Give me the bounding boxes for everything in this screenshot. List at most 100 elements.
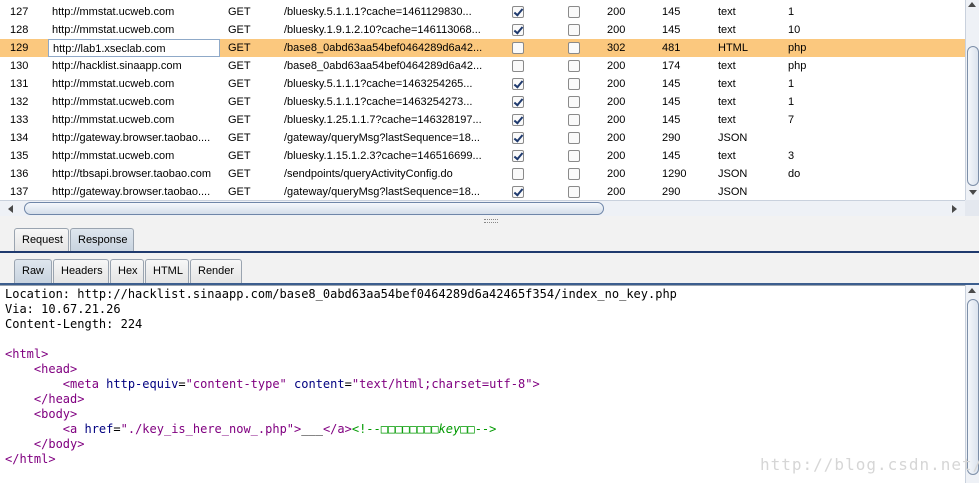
- params-checkbox[interactable]: [512, 96, 524, 108]
- meta-tag: <meta: [62, 377, 99, 391]
- params-checkbox[interactable]: [512, 132, 524, 144]
- table-row[interactable]: 134 http://gateway.browser.taobao.... GET /…: [0, 129, 965, 147]
- table-row[interactable]: 129 http://lab1.xseclab.com GET/base8_0abd…: [0, 39, 965, 57]
- row-extension: 1: [788, 96, 795, 108]
- table-row[interactable]: 136 http://tbsapi.browser.taobao.com GET/s…: [0, 165, 965, 183]
- params-checkbox[interactable]: [512, 186, 524, 198]
- row-url: /bluesky.1.15.1.2.3?cache=146516699...: [284, 150, 482, 162]
- tab-html[interactable]: HTML: [145, 259, 189, 284]
- row-extension: do: [788, 168, 801, 180]
- row-status: 200: [607, 114, 626, 126]
- tab-render[interactable]: Render: [190, 259, 242, 284]
- params-cell: [512, 57, 524, 75]
- edited-checkbox[interactable]: [568, 96, 580, 108]
- edited-checkbox[interactable]: [568, 42, 580, 54]
- edited-checkbox[interactable]: [568, 168, 580, 180]
- params-checkbox[interactable]: [512, 168, 524, 180]
- tab-headers[interactable]: Headers: [53, 259, 109, 284]
- code-line-head-open: <head>: [5, 362, 77, 377]
- row-length: 1290: [662, 168, 687, 180]
- params-checkbox[interactable]: [512, 24, 524, 36]
- edited-checkbox[interactable]: [568, 150, 580, 162]
- table-row[interactable]: 132 http://mmstat.ucweb.com GET/bluesky.5.…: [0, 93, 965, 111]
- params-checkbox[interactable]: [512, 6, 524, 18]
- row-method: GET: [228, 96, 251, 108]
- row-method: GET: [228, 78, 251, 90]
- row-host: http://hacklist.sinaapp.com: [52, 60, 182, 72]
- row-host: http://mmstat.ucweb.com: [52, 150, 175, 162]
- history-vertical-scrollbar[interactable]: [965, 0, 979, 200]
- row-mime-type: JSON: [718, 168, 748, 180]
- meta-close: >: [532, 377, 540, 391]
- row-method: GET: [228, 168, 251, 180]
- anchor-href-value: "./key_is_here_now_.php": [120, 422, 295, 436]
- edited-checkbox[interactable]: [568, 60, 580, 72]
- row-mime-type: JSON: [718, 132, 748, 144]
- edited-checkbox[interactable]: [568, 114, 580, 126]
- row-status: 200: [607, 60, 626, 72]
- html-open-tag: <html>: [5, 347, 49, 361]
- scroll-down-arrow-icon[interactable]: [969, 190, 977, 195]
- row-method: GET: [228, 114, 251, 126]
- row-host: http://gateway.browser.taobao....: [52, 186, 211, 198]
- row-extension: php: [788, 60, 807, 72]
- edited-checkbox[interactable]: [568, 78, 580, 90]
- row-url: /bluesky.1.9.1.2.10?cache=146113068...: [284, 24, 481, 36]
- scrollbar-thumb[interactable]: [967, 46, 979, 186]
- row-extension: 7: [788, 114, 795, 126]
- tab-raw[interactable]: Raw: [14, 259, 52, 284]
- scroll-right-arrow-icon[interactable]: [952, 205, 957, 213]
- row-status: 200: [607, 168, 626, 180]
- edited-cell: [568, 39, 580, 57]
- scroll-left-arrow-icon[interactable]: [8, 205, 13, 213]
- edited-checkbox[interactable]: [568, 132, 580, 144]
- anchor-attr-href: href: [84, 422, 114, 436]
- row-mime-type: text: [718, 114, 736, 126]
- row-status: 200: [607, 6, 626, 18]
- scrollbar-thumb[interactable]: [967, 299, 979, 475]
- tab-hex[interactable]: Hex: [110, 259, 144, 284]
- tab-response[interactable]: Response: [70, 228, 134, 253]
- row-number: 127: [10, 6, 29, 18]
- table-row[interactable]: 131 http://mmstat.ucweb.com GET/bluesky.5.…: [0, 75, 965, 93]
- row-mime-type: text: [718, 6, 736, 18]
- row-status: 200: [607, 24, 626, 36]
- row-length: 290: [662, 186, 681, 198]
- row-extension: 10: [788, 24, 801, 36]
- body-open-tag: <body>: [33, 407, 78, 421]
- table-row[interactable]: 128 http://mmstat.ucweb.com GET/bluesky.1.…: [0, 21, 965, 39]
- params-checkbox[interactable]: [512, 150, 524, 162]
- pane-splitter[interactable]: [0, 216, 979, 226]
- params-checkbox[interactable]: [512, 78, 524, 90]
- edited-checkbox[interactable]: [568, 24, 580, 36]
- row-host: http://gateway.browser.taobao....: [52, 132, 211, 144]
- params-checkbox[interactable]: [512, 60, 524, 72]
- code-line-head-close: </head>: [5, 392, 85, 407]
- scroll-up-arrow-icon[interactable]: [968, 288, 976, 293]
- params-cell: [512, 129, 524, 147]
- header-line-via: Via: 10.67.21.26: [5, 302, 121, 316]
- code-line-body-open: <body>: [5, 407, 77, 422]
- table-row[interactable]: 133 http://mmstat.ucweb.com GET/bluesky.1.…: [0, 111, 965, 129]
- response-raw-editor[interactable]: Location: http://hacklist.sinaapp.com/ba…: [0, 285, 965, 483]
- edited-checkbox[interactable]: [568, 186, 580, 198]
- scrollbar-thumb[interactable]: [24, 202, 604, 215]
- meta-attr-http-equiv: http-equiv: [106, 377, 179, 391]
- history-horizontal-scrollbar[interactable]: [0, 200, 965, 216]
- scroll-up-arrow-icon[interactable]: [968, 2, 976, 7]
- row-host: http://tbsapi.browser.taobao.com: [52, 168, 211, 180]
- response-vertical-scrollbar[interactable]: [965, 285, 979, 483]
- splitter-grip-icon[interactable]: [484, 219, 498, 223]
- table-row[interactable]: 137 http://gateway.browser.taobao.... GET /…: [0, 183, 965, 201]
- row-extension: [788, 183, 848, 201]
- table-row[interactable]: 135 http://mmstat.ucweb.com GET/bluesky.1.…: [0, 147, 965, 165]
- edited-checkbox[interactable]: [568, 6, 580, 18]
- row-number: 129: [10, 42, 29, 54]
- params-checkbox[interactable]: [512, 42, 524, 54]
- params-checkbox[interactable]: [512, 114, 524, 126]
- table-row[interactable]: 127 http://mmstat.ucweb.com GET/bluesky.5.…: [0, 3, 965, 21]
- row-length: 481: [662, 42, 681, 54]
- tab-request[interactable]: Request: [14, 228, 69, 253]
- table-row[interactable]: 130 http://hacklist.sinaapp.com GET/base8_…: [0, 57, 965, 75]
- code-line-html-close: </html>: [5, 452, 56, 467]
